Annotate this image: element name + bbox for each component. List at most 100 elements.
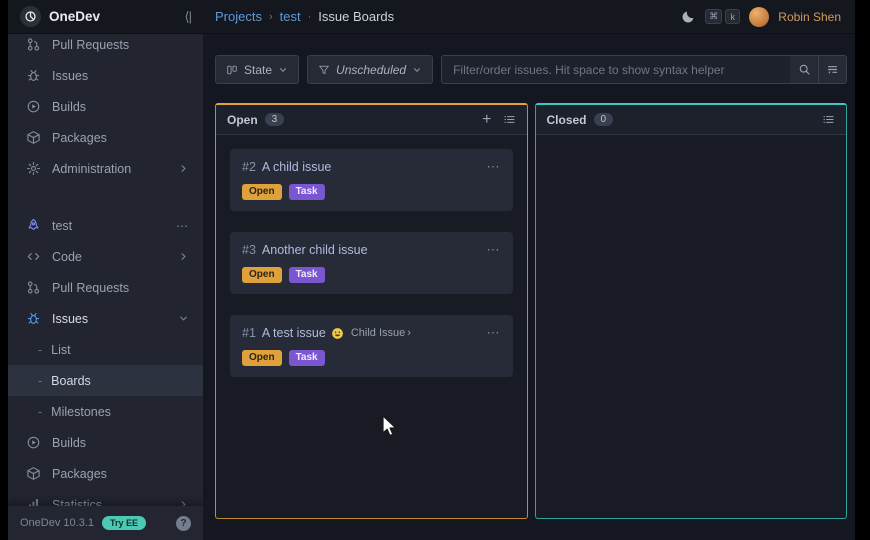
sidebar-item-label: Statistics (52, 498, 102, 507)
sidebar-item-issues[interactable]: Issues (8, 60, 203, 91)
breadcrumb-projects-link[interactable]: Projects (215, 9, 262, 24)
column-header-open: Open 3 + (216, 105, 527, 135)
sidebar-item-statistics[interactable]: Statistics (8, 489, 203, 506)
sidebar-item-label: Code (52, 250, 82, 264)
sidebar: Pull Requests Issues Builds (8, 34, 203, 540)
help-icon[interactable]: ? (176, 516, 191, 531)
dot-separator-icon: · (308, 11, 312, 23)
filter-input[interactable] (441, 55, 790, 84)
state-badge-open: Open (242, 184, 282, 200)
state-badge-open: Open (242, 267, 282, 283)
list-icon[interactable] (822, 113, 835, 126)
rocket-icon (26, 218, 41, 233)
pull-request-icon (26, 37, 41, 52)
sidebar-subitem-label: List (51, 343, 70, 357)
search-button[interactable] (790, 55, 819, 84)
sidebar-item-project-pull-requests[interactable]: Pull Requests (8, 272, 203, 303)
kbd-cmd-key: ⌘ (705, 9, 722, 24)
sidebar-item-builds[interactable]: Builds (8, 91, 203, 122)
milestone-dropdown-button[interactable]: Unscheduled (307, 55, 433, 84)
chevron-right-icon: › (269, 11, 273, 23)
bar-chart-icon (26, 497, 41, 506)
chevron-right-icon (178, 499, 189, 506)
sidebar-footer: OneDev 10.3.1 Try EE ? (8, 506, 203, 540)
type-badge-task: Task (289, 350, 325, 366)
bug-icon (26, 68, 41, 83)
issue-card[interactable]: #1 A test issue Child Issue › ⋯ Open (230, 315, 513, 377)
collapse-sidebar-icon[interactable]: ⟨| (185, 9, 191, 25)
sidebar-item-label: Pull Requests (52, 38, 129, 52)
ellipsis-icon[interactable]: ⋯ (487, 325, 501, 341)
topbar-actions: ⌘ k Robin Shen (681, 7, 855, 27)
column-title: Open (227, 113, 258, 127)
chevron-right-icon (178, 251, 189, 262)
pull-request-icon (26, 280, 41, 295)
bug-icon (26, 311, 41, 326)
user-name[interactable]: Robin Shen (778, 10, 841, 24)
state-badge-open: Open (242, 350, 282, 366)
sidebar-item-code[interactable]: Code (8, 241, 203, 272)
package-icon (26, 466, 41, 481)
sidebar-item-label: Packages (52, 467, 107, 481)
list-icon[interactable] (503, 113, 516, 126)
command-palette-shortcut[interactable]: ⌘ k (705, 9, 740, 24)
child-issue-link[interactable]: Child Issue (351, 327, 405, 339)
board-column-open: Open 3 + #2 A child issue (215, 103, 528, 519)
column-actions (822, 113, 835, 126)
issue-board: Open 3 + #2 A child issue (215, 103, 847, 519)
issue-card[interactable]: #3 Another child issue ⋯ Open Task (230, 232, 513, 294)
chevron-down-icon (412, 65, 422, 75)
milestone-dropdown-label: Unscheduled (336, 63, 406, 77)
sidebar-subitem-boards[interactable]: Boards (8, 365, 203, 396)
card-labels: Open Task (242, 184, 501, 200)
sidebar-item-label: Pull Requests (52, 281, 129, 295)
add-card-icon[interactable]: + (482, 112, 491, 128)
card-labels: Open Task (242, 350, 501, 366)
sidebar-subitem-milestones[interactable]: Milestones (8, 396, 203, 427)
card-labels: Open Task (242, 267, 501, 283)
sidebar-item-project-issues[interactable]: Issues (8, 303, 203, 334)
issue-card[interactable]: #2 A child issue ⋯ Open Task (230, 149, 513, 211)
sidebar-item-label: Issues (52, 69, 88, 83)
issue-title-link[interactable]: Another child issue (262, 243, 368, 257)
sidebar-item-project-test[interactable]: test ⋯ (8, 210, 203, 241)
breadcrumb: Projects › test · Issue Boards (203, 9, 394, 24)
state-dropdown-button[interactable]: State (215, 55, 299, 84)
topbar-brand-section: OneDev ⟨| (8, 6, 203, 27)
sidebar-item-pull-requests[interactable]: Pull Requests (8, 34, 203, 60)
moon-icon[interactable] (681, 9, 696, 24)
saved-queries-button[interactable] (818, 55, 847, 84)
column-body-closed (536, 135, 847, 518)
ellipsis-icon[interactable]: ⋯ (487, 242, 501, 258)
app-window: OneDev ⟨| Projects › test · Issue Boards… (8, 0, 855, 540)
code-icon (26, 249, 41, 264)
card-title-row: #3 Another child issue ⋯ (242, 242, 501, 258)
project-menu-icon[interactable]: ⋯ (176, 219, 189, 233)
breadcrumb-project-link[interactable]: test (280, 9, 301, 24)
grinning-emoji-icon (331, 327, 344, 340)
column-title: Closed (547, 113, 587, 127)
issue-title-link[interactable]: A child issue (262, 160, 331, 174)
column-count-badge: 0 (594, 113, 614, 126)
issue-number: #1 (242, 326, 256, 340)
brand-name: OneDev (49, 9, 100, 24)
chevron-right-icon (178, 163, 189, 174)
card-title-row: #1 A test issue Child Issue › ⋯ (242, 325, 501, 341)
sidebar-subitem-label: Boards (51, 374, 91, 388)
board-columns-icon (226, 64, 238, 76)
try-ee-badge[interactable]: Try EE (102, 516, 146, 530)
sidebar-item-packages[interactable]: Packages (8, 122, 203, 153)
column-body-open: #2 A child issue ⋯ Open Task #3 Another … (216, 135, 527, 518)
sidebar-item-label: Issues (52, 312, 88, 326)
chevron-down-icon (278, 65, 288, 75)
issue-title-link[interactable]: A test issue (262, 326, 326, 340)
onedev-logo-icon[interactable] (20, 6, 41, 27)
sidebar-item-administration[interactable]: Administration (8, 153, 203, 184)
sidebar-subitem-list[interactable]: List (8, 334, 203, 365)
sidebar-item-project-packages[interactable]: Packages (8, 458, 203, 489)
user-avatar[interactable] (749, 7, 769, 27)
ellipsis-icon[interactable]: ⋯ (487, 159, 501, 175)
issue-number: #2 (242, 160, 256, 174)
chevron-down-icon (178, 313, 189, 324)
sidebar-item-project-builds[interactable]: Builds (8, 427, 203, 458)
